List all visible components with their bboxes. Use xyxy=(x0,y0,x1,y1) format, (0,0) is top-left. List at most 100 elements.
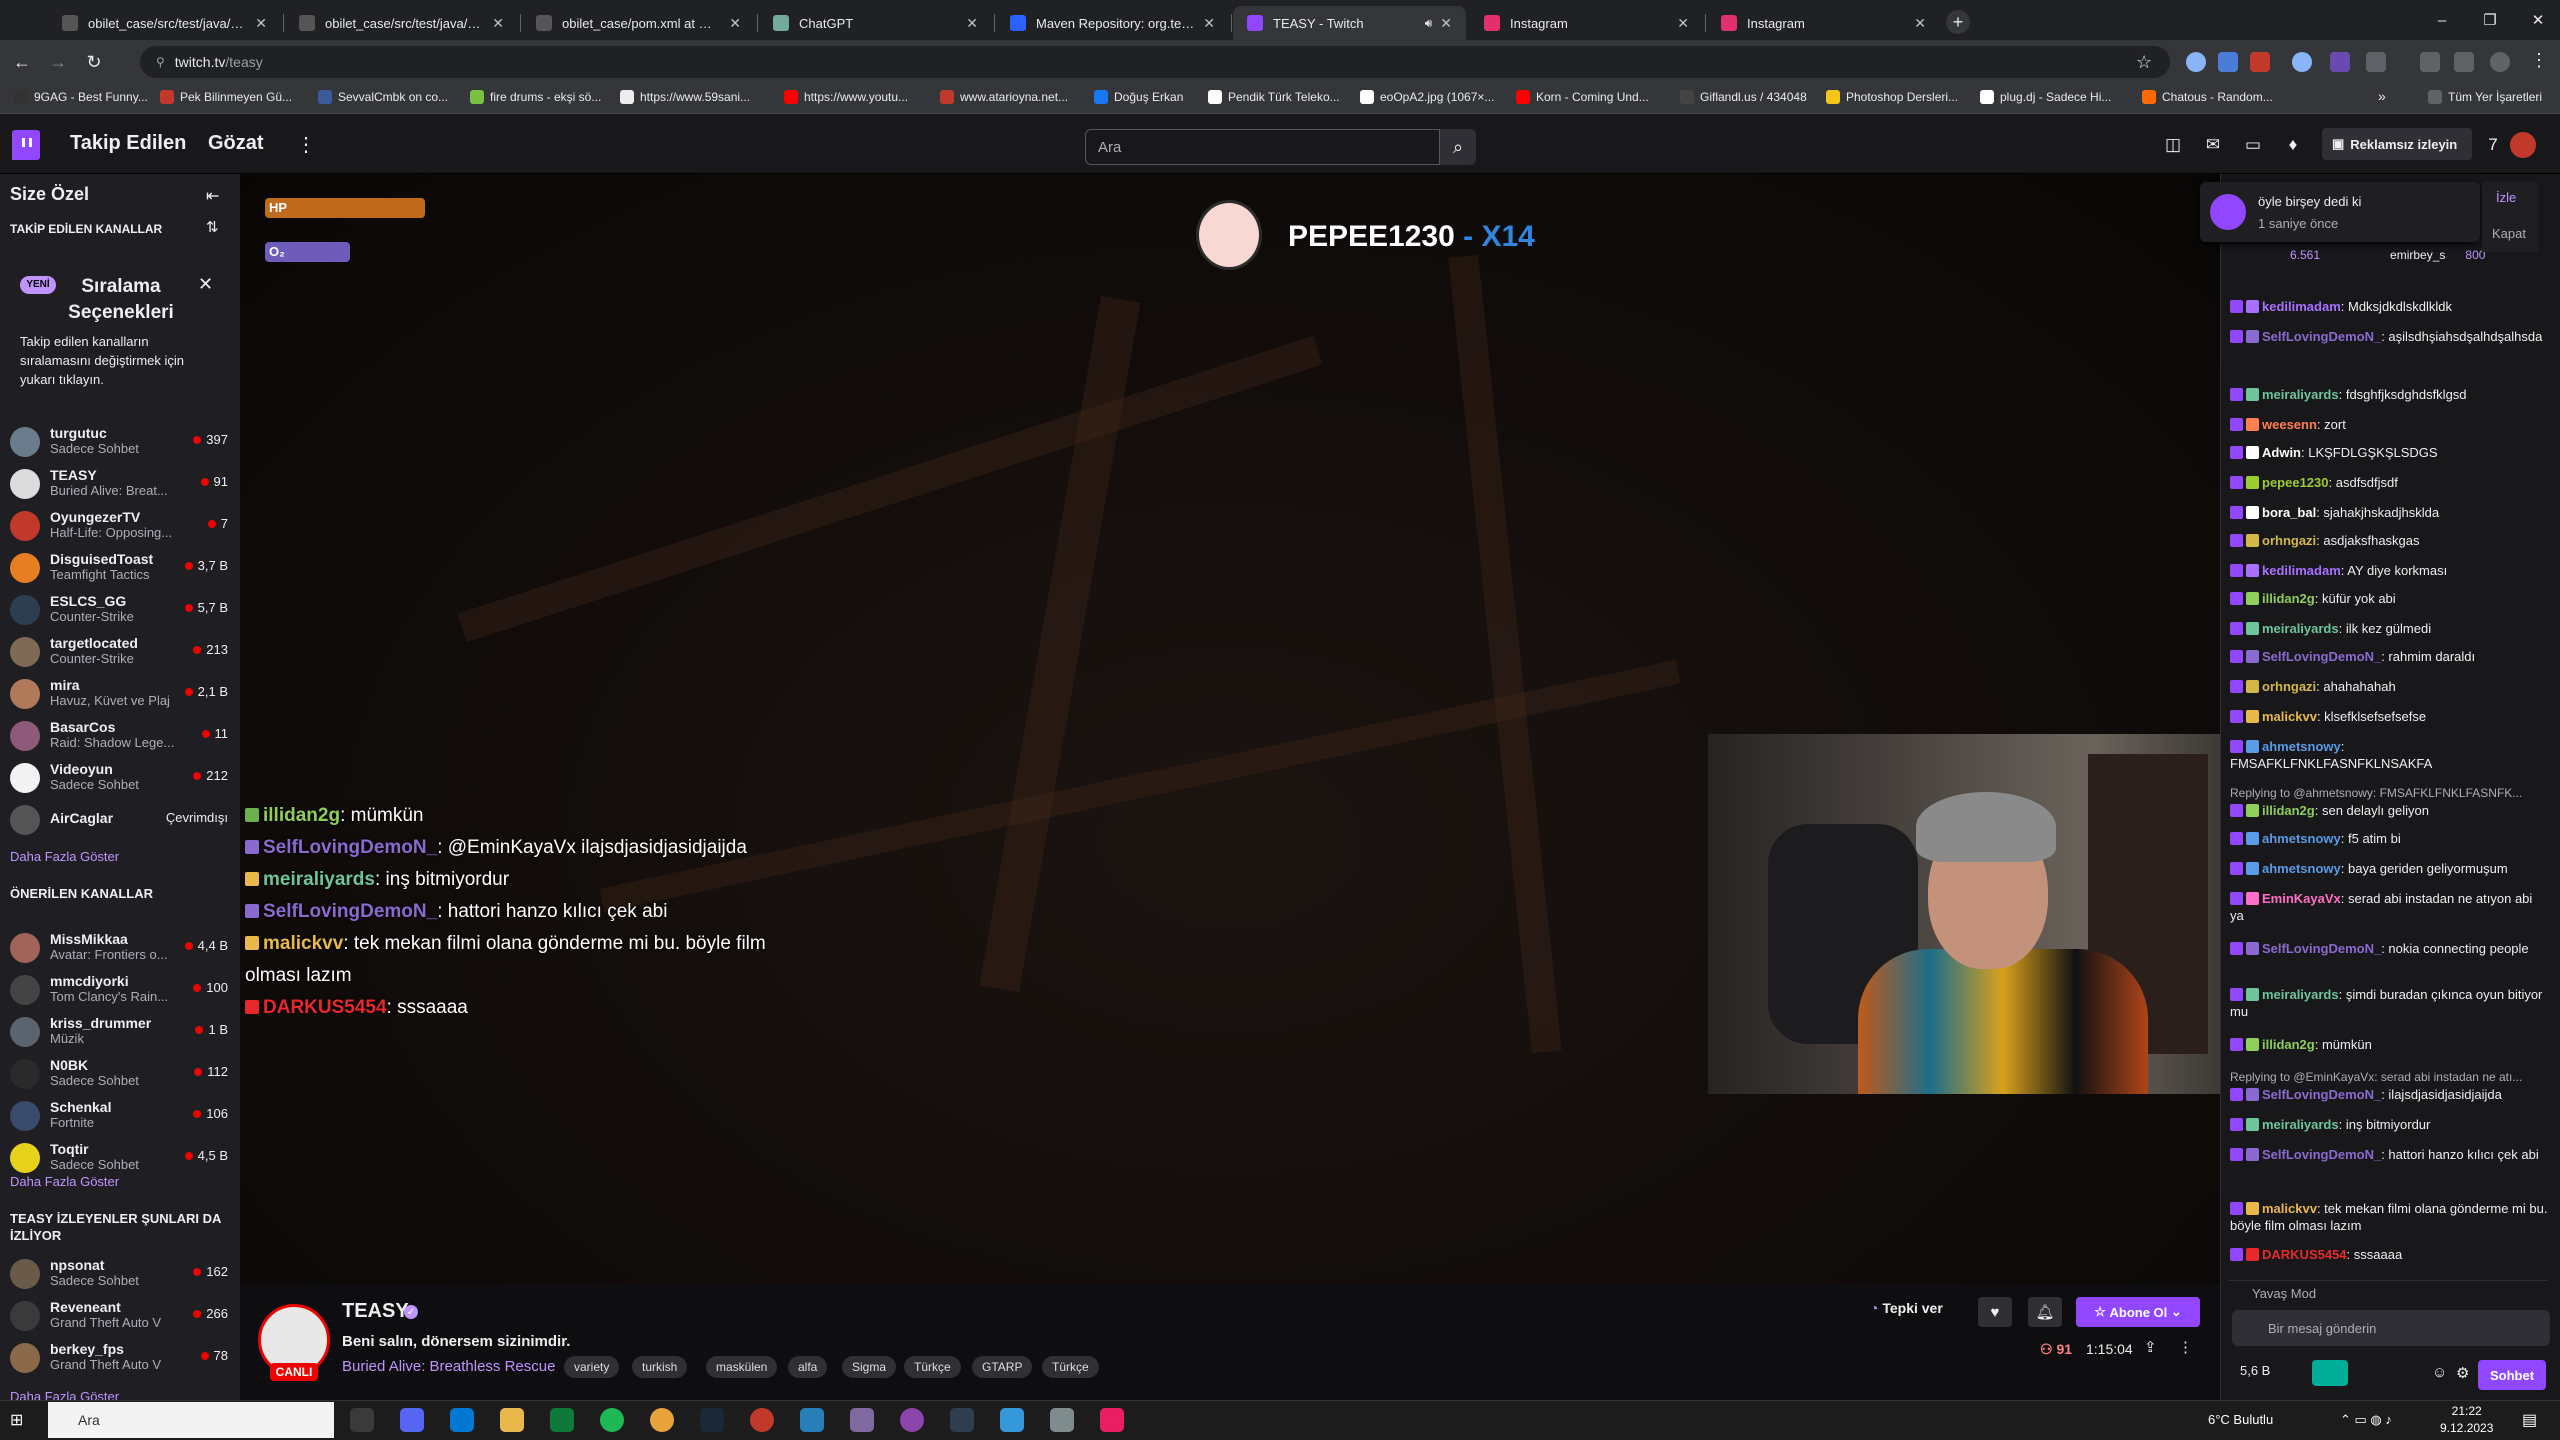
whispers-icon[interactable]: ▭ xyxy=(2242,134,2264,156)
close-window-button[interactable]: ✕ xyxy=(2526,8,2550,32)
sidebar-channel[interactable]: turgutuc Sadece Sohbet 397 xyxy=(0,420,240,462)
close-tab-icon[interactable]: ✕ xyxy=(492,15,504,32)
stream-tag[interactable]: turkish xyxy=(632,1356,688,1378)
close-promo-icon[interactable]: ✕ xyxy=(198,274,213,295)
share-icon[interactable]: ⇪ xyxy=(2144,1338,2157,1356)
intellij-icon[interactable] xyxy=(1100,1408,1124,1432)
video-player[interactable] xyxy=(240,174,2220,1284)
turbo-icon[interactable]: 7 xyxy=(2482,134,2504,156)
show-more-also[interactable]: Daha Fazla Göster xyxy=(10,1389,119,1400)
all-bookmarks[interactable]: Tüm Yer İşaretleri xyxy=(2428,90,2542,104)
close-tab-icon[interactable]: ✕ xyxy=(1440,15,1452,32)
chat-username[interactable]: kedilimadam xyxy=(2262,299,2341,314)
stream-tag[interactable]: maskülen xyxy=(706,1356,778,1378)
extension-icon[interactable] xyxy=(2250,52,2270,72)
bookmark-item[interactable]: fire drums - ekşi sö... xyxy=(470,90,601,104)
notification-bell-icon[interactable]: 🔔︎ xyxy=(2028,1297,2062,1327)
chat-username[interactable]: ahmetsnowy xyxy=(2262,861,2341,876)
show-more-followed[interactable]: Daha Fazla Göster xyxy=(10,849,119,864)
stream-tag[interactable]: GTARP xyxy=(972,1356,1033,1378)
taskbar-clock[interactable]: 21:22 9.12.2023 xyxy=(2440,1403,2493,1437)
forward-button[interactable]: → xyxy=(44,48,72,76)
stream-tag[interactable]: Türkçe xyxy=(904,1356,961,1378)
bookmark-item[interactable]: eoOpA2.jpg (1067×... xyxy=(1360,90,1494,104)
browser-tab[interactable]: Instagram ✕ xyxy=(1470,6,1703,40)
reload-button[interactable]: ↻ xyxy=(80,48,108,76)
chat-username[interactable]: ahmetsnowy xyxy=(2262,739,2341,754)
chat-username[interactable]: Adwin xyxy=(2262,445,2301,460)
more-menu-icon[interactable]: ⋮ xyxy=(296,132,316,157)
channel-name[interactable]: TEASY xyxy=(342,1300,409,1323)
browser-tab[interactable]: ChatGPT ✕ xyxy=(759,6,992,40)
chat-username[interactable]: illidan2g xyxy=(2262,591,2315,606)
react-button[interactable]: ◔ Tepki ver xyxy=(1870,1300,1943,1316)
chat-username[interactable]: orhngazi xyxy=(2262,533,2316,548)
extension-icon[interactable] xyxy=(2186,52,2206,72)
sidebar-channel[interactable]: kriss_drummer Müzik 1 B xyxy=(0,1010,240,1052)
close-tab-icon[interactable]: ✕ xyxy=(729,15,741,32)
chat-username[interactable]: meiraliyards xyxy=(2262,387,2339,402)
bookmark-item[interactable]: SevvalCmbk on co... xyxy=(318,90,448,104)
steam-icon[interactable] xyxy=(700,1408,724,1432)
chat-username[interactable]: SelfLovingDemoN_ xyxy=(2262,941,2381,956)
browser-tab[interactable]: obilet_case/src/test/java/Step ✕ xyxy=(285,6,518,40)
chat-username[interactable]: SelfLovingDemoN_ xyxy=(2262,1087,2381,1102)
profile-icon[interactable] xyxy=(2490,52,2510,72)
app-icon[interactable] xyxy=(1000,1408,1024,1432)
system-tray-icons[interactable]: ⌃ ▭ ◍ ♪ xyxy=(2340,1412,2392,1428)
sidebar-channel[interactable]: OyungezerTV Half-Life: Opposing... 7 xyxy=(0,504,240,546)
extension-icon[interactable] xyxy=(2330,52,2350,72)
task-view-icon[interactable] xyxy=(350,1408,374,1432)
sidebar-channel[interactable]: Videoyun Sadece Sohbet 212 xyxy=(0,756,240,798)
app-icon[interactable] xyxy=(950,1408,974,1432)
chat-username[interactable]: meiraliyards xyxy=(2262,987,2339,1002)
stream-category[interactable]: Buried Alive: Breathless Rescue xyxy=(342,1358,555,1375)
speaker-icon[interactable]: 🔊︎ xyxy=(1425,16,1433,31)
show-more-recommended[interactable]: Daha Fazla Göster xyxy=(10,1174,119,1189)
bookmark-item[interactable]: Pek Bilinmeyen Gü... xyxy=(160,90,292,104)
puzzle-icon[interactable] xyxy=(2366,52,2386,72)
weather-widget[interactable]: 6°C Bulutlu xyxy=(2208,1412,2273,1427)
sidebar-channel[interactable]: mmcdiyorki Tom Clancy's Rain... 100 xyxy=(0,968,240,1010)
sidebar-channel[interactable]: mira Havuz, Küvet ve Plaj 2,1 B xyxy=(0,672,240,714)
chat-username[interactable]: malickvv xyxy=(2262,709,2317,724)
store-icon[interactable] xyxy=(450,1408,474,1432)
app-icon[interactable] xyxy=(550,1408,574,1432)
spotify-icon[interactable] xyxy=(600,1408,624,1432)
bookmark-item[interactable]: Photoshop Dersleri... xyxy=(1826,90,1958,104)
chat-username[interactable]: weesenn xyxy=(2262,417,2317,432)
chat-username[interactable]: orhngazi xyxy=(2262,679,2316,694)
bookmark-star-icon[interactable]: ☆ xyxy=(2136,52,2152,73)
sidebar-channel[interactable]: Reveneant Grand Theft Auto V 266 xyxy=(0,1294,240,1336)
crown-icon[interactable]: ♦ xyxy=(2282,134,2304,156)
notifications-icon[interactable]: ▤ xyxy=(2522,1410,2537,1430)
bookmark-item[interactable]: Doğuş Erkan xyxy=(1094,90,1183,104)
chat-username[interactable]: meiraliyards xyxy=(2262,1117,2339,1132)
bookmark-item[interactable]: Korn - Coming Und... xyxy=(1516,90,1649,104)
bookmark-item[interactable]: www.atarioyna.net... xyxy=(940,90,1068,104)
search-input[interactable]: Ara xyxy=(1085,129,1440,165)
app-icon[interactable] xyxy=(900,1408,924,1432)
browse-link[interactable]: Gözat xyxy=(208,132,264,155)
chat-username[interactable]: illidan2g xyxy=(2262,803,2315,818)
chat-username[interactable]: kedilimadam xyxy=(2262,563,2341,578)
media-icon[interactable] xyxy=(2420,52,2440,72)
chat-username[interactable]: bora_bal xyxy=(2262,505,2316,520)
ad-free-button[interactable]: ▣ Reklamsız izleyin xyxy=(2322,128,2472,160)
chat-settings-icon[interactable]: ⚙ xyxy=(2456,1364,2469,1382)
emote-icon[interactable]: ☺ xyxy=(2432,1364,2447,1381)
app-icon[interactable] xyxy=(1050,1408,1074,1432)
sidebar-channel[interactable]: N0BK Sadece Sohbet 112 xyxy=(0,1052,240,1094)
collapse-sidebar-icon[interactable]: ⇤ xyxy=(206,186,219,206)
sidebar-channel[interactable]: BasarCos Raid: Shadow Lege... 11 xyxy=(0,714,240,756)
chat-username[interactable]: EminKayaVx xyxy=(2262,891,2341,906)
user-avatar[interactable] xyxy=(2510,132,2536,158)
chrome-icon[interactable] xyxy=(650,1408,674,1432)
inbox-icon[interactable]: ✉ xyxy=(2202,134,2224,156)
sidebar-channel[interactable]: targetlocated Counter-Strike 213 xyxy=(0,630,240,672)
bookmark-item[interactable]: https://www.59sani... xyxy=(620,90,750,104)
taskbar-search[interactable]: Ara xyxy=(48,1402,334,1438)
extension-icon[interactable] xyxy=(2292,52,2312,72)
chat-username[interactable]: SelfLovingDemoN_ xyxy=(2262,649,2381,664)
chat-username[interactable]: pepee1230 xyxy=(2262,475,2329,490)
